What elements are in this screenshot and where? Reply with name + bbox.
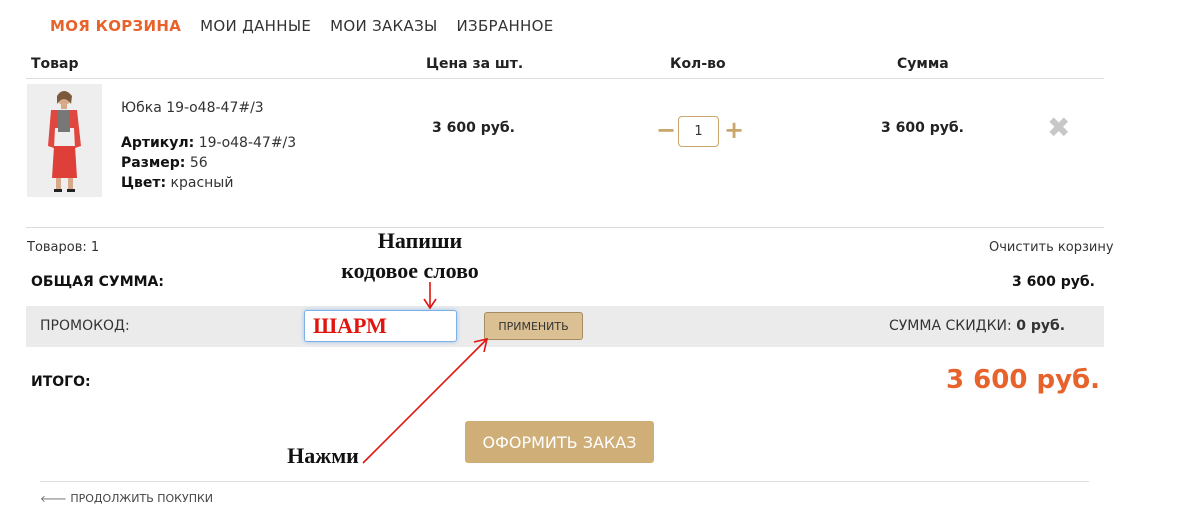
remove-item-icon[interactable]: ✖ xyxy=(1047,113,1070,143)
discount-value: 0 руб. xyxy=(1016,318,1066,334)
total-value: 3 600 руб. xyxy=(1012,274,1095,290)
tab-my-data[interactable]: МОИ ДАННЫЕ xyxy=(200,17,311,37)
header-sum: Сумма xyxy=(897,56,949,72)
items-count: Товаров: 1 xyxy=(27,240,100,255)
row-divider xyxy=(26,227,1104,228)
annotation-press: Нажми xyxy=(287,443,359,468)
plus-icon[interactable]: + xyxy=(724,115,744,145)
promo-code-input[interactable] xyxy=(304,310,457,342)
discount-summary: СУММА СКИДКИ: 0 руб. xyxy=(889,318,1065,334)
discount-label: СУММА СКИДКИ: xyxy=(889,318,1012,334)
annotation-write: Напиши xyxy=(377,228,463,253)
product-image[interactable] xyxy=(27,84,102,197)
final-label: ИТОГО: xyxy=(31,374,91,390)
final-value: 3 600 руб. xyxy=(946,365,1101,395)
header-divider xyxy=(26,78,1104,79)
tab-my-cart[interactable]: МОЯ КОРЗИНА xyxy=(50,17,181,37)
footer-divider xyxy=(40,481,1089,482)
product-size: Размер: 56 xyxy=(121,155,208,171)
total-label: ОБЩАЯ СУММА: xyxy=(31,274,164,290)
header-qty: Кол-во xyxy=(670,56,726,72)
color-label: Цвет: xyxy=(121,175,167,191)
unit-price: 3 600 руб. xyxy=(432,120,515,136)
product-name[interactable]: Юбка 19-о48-47#/3 xyxy=(121,100,264,116)
account-tabs: МОЯ КОРЗИНА МОИ ДАННЫЕ МОИ ЗАКАЗЫ ИЗБРАН… xyxy=(50,17,554,37)
promo-label: ПРОМОКОД: xyxy=(40,318,130,334)
quantity-input[interactable] xyxy=(678,116,719,147)
size-label: Размер: xyxy=(121,155,186,171)
row-sum: 3 600 руб. xyxy=(881,120,964,136)
continue-shopping-link[interactable]: 🡐 ПРОДОЛЖИТЬ ПОКУПКИ xyxy=(40,492,213,505)
product-color: Цвет: красный xyxy=(121,175,233,191)
tab-my-orders[interactable]: МОИ ЗАКАЗЫ xyxy=(330,17,437,37)
article-label: Артикул: xyxy=(121,135,195,151)
header-product: Товар xyxy=(31,56,79,72)
color-value: красный xyxy=(170,175,234,191)
header-unit-price: Цена за шт. xyxy=(426,56,524,72)
clear-cart-link[interactable]: Очистить корзину xyxy=(989,240,1114,255)
size-value: 56 xyxy=(189,155,208,171)
article-value: 19-о48-47#/3 xyxy=(198,135,297,151)
checkout-button[interactable]: ОФОРМИТЬ ЗАКАЗ xyxy=(465,421,654,463)
apply-promo-button[interactable]: ПРИМЕНИТЬ xyxy=(484,312,583,340)
annotation-codeword: кодовое слово xyxy=(341,258,479,283)
product-article: Артикул: 19-о48-47#/3 xyxy=(121,135,296,151)
minus-icon[interactable]: − xyxy=(656,115,676,145)
tab-favorites[interactable]: ИЗБРАННОЕ xyxy=(457,17,554,37)
back-arrow-icon: 🡐 xyxy=(40,494,67,505)
continue-shopping-label: ПРОДОЛЖИТЬ ПОКУПКИ xyxy=(70,492,214,505)
